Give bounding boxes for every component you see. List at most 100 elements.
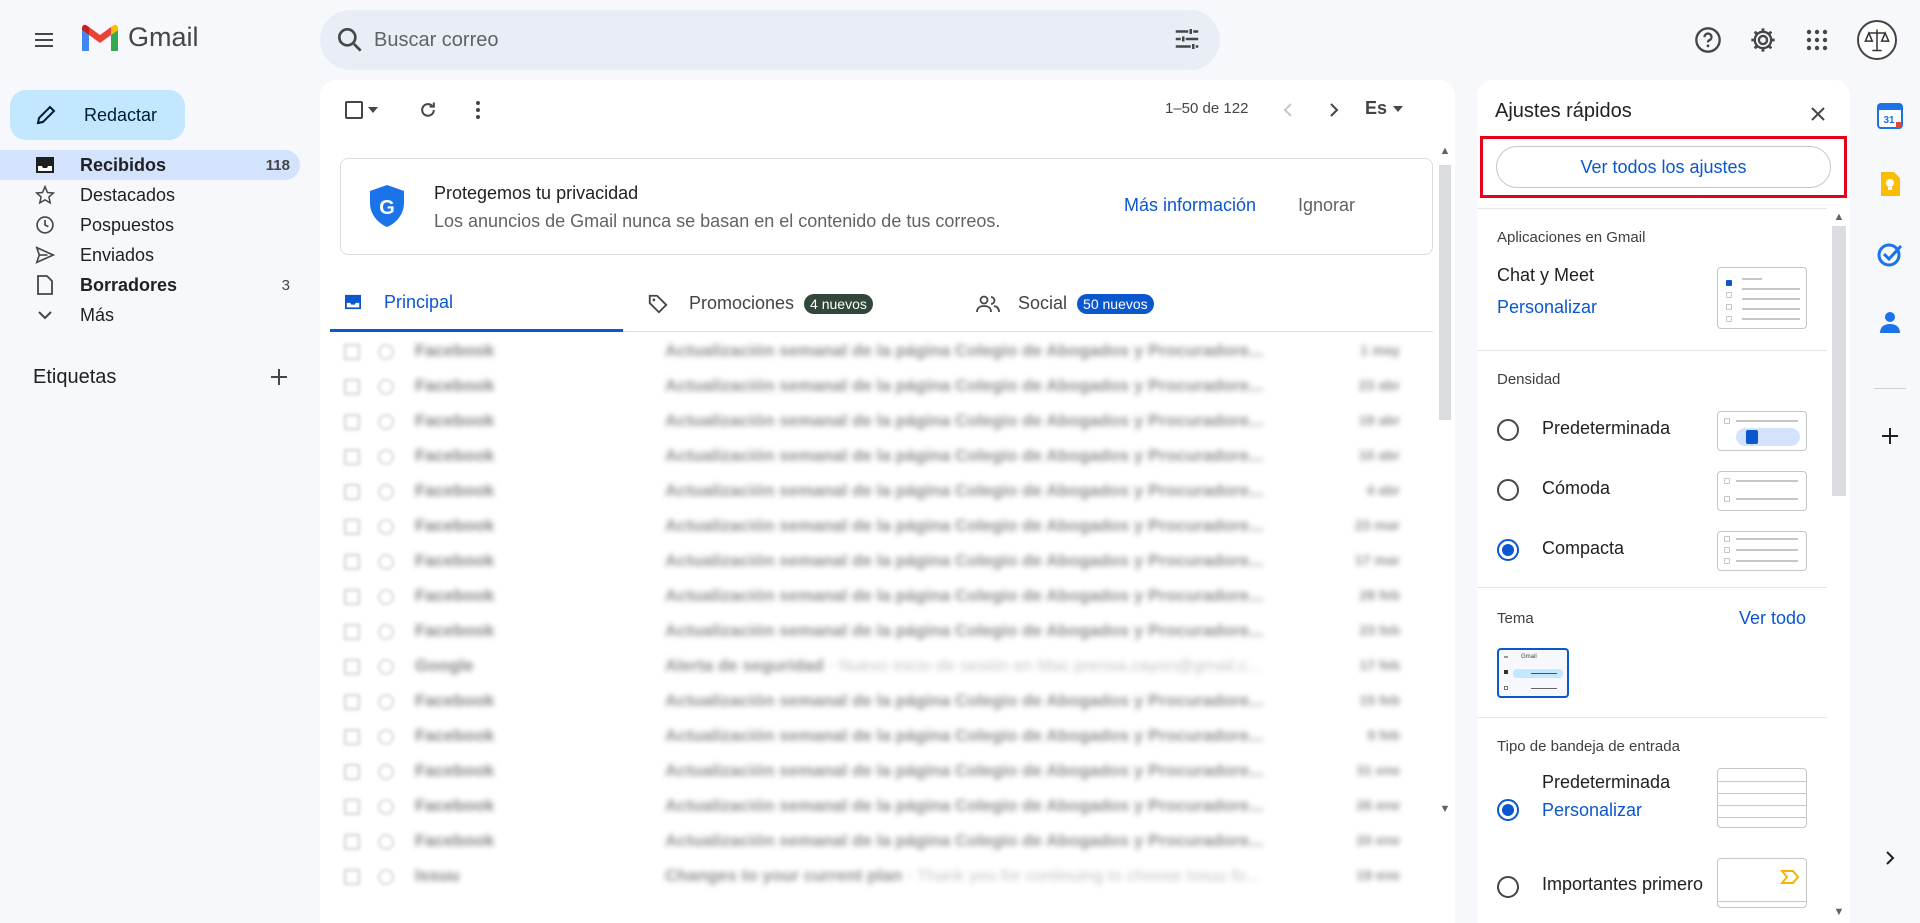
star-icon[interactable] bbox=[378, 694, 394, 710]
row-checkbox[interactable] bbox=[344, 519, 360, 535]
star-icon[interactable] bbox=[378, 484, 394, 500]
close-quick-settings-button[interactable] bbox=[1806, 102, 1830, 126]
table-row[interactable]: Facebook Actualización semanal de la pági… bbox=[320, 579, 1440, 614]
scroll-up-arrow[interactable]: ▲ bbox=[1832, 210, 1846, 224]
row-checkbox[interactable] bbox=[344, 834, 360, 850]
scrollbar-thumb[interactable] bbox=[1439, 165, 1451, 420]
account-avatar[interactable] bbox=[1857, 20, 1897, 60]
get-addons-button[interactable] bbox=[1872, 418, 1908, 454]
star-icon[interactable] bbox=[378, 344, 394, 360]
inbox-default-radio[interactable] bbox=[1497, 799, 1519, 821]
more-info-link[interactable]: Más información bbox=[1124, 195, 1256, 216]
row-checkbox[interactable] bbox=[344, 414, 360, 430]
table-row[interactable]: Facebook Actualización semanal de la pági… bbox=[320, 404, 1440, 439]
sidebar-item-sent[interactable]: Enviados bbox=[0, 240, 300, 270]
keep-app-button[interactable] bbox=[1872, 166, 1908, 202]
table-row[interactable]: Facebook Actualización semanal de la pági… bbox=[320, 614, 1440, 649]
tab-primary[interactable]: Principal bbox=[330, 275, 623, 332]
row-checkbox[interactable] bbox=[344, 344, 360, 360]
star-icon[interactable] bbox=[378, 589, 394, 605]
sidebar-item-more[interactable]: Más bbox=[0, 300, 300, 330]
scroll-down-arrow[interactable]: ▼ bbox=[1832, 905, 1846, 919]
customize-apps-link[interactable]: Personalizar bbox=[1497, 297, 1597, 318]
row-checkbox[interactable] bbox=[344, 869, 360, 885]
see-all-themes-link[interactable]: Ver todo bbox=[1739, 608, 1806, 629]
row-checkbox[interactable] bbox=[344, 729, 360, 745]
table-row[interactable]: Issuu Changes to your current plan - Than… bbox=[320, 859, 1440, 894]
star-icon[interactable] bbox=[378, 764, 394, 780]
next-page-button[interactable] bbox=[1320, 96, 1348, 124]
star-icon[interactable] bbox=[378, 659, 394, 675]
star-icon[interactable] bbox=[378, 869, 394, 885]
google-apps-button[interactable] bbox=[1797, 20, 1837, 60]
scroll-down-arrow[interactable]: ▼ bbox=[1438, 802, 1452, 816]
expand-side-panel-button[interactable] bbox=[1872, 840, 1908, 876]
search-input[interactable] bbox=[374, 22, 1134, 58]
row-checkbox[interactable] bbox=[344, 484, 360, 500]
scrollbar-thumb[interactable] bbox=[1832, 226, 1846, 496]
search-bar[interactable] bbox=[320, 10, 1220, 70]
row-checkbox[interactable] bbox=[344, 624, 360, 640]
compose-button[interactable]: Redactar bbox=[10, 90, 185, 140]
gmail-logo[interactable]: Gmail bbox=[80, 22, 199, 53]
table-row[interactable]: Facebook Actualización semanal de la pági… bbox=[320, 684, 1440, 719]
input-tools-selector[interactable]: Es bbox=[1365, 98, 1404, 119]
row-checkbox[interactable] bbox=[344, 764, 360, 780]
tab-promotions[interactable]: Promociones 4 nuevos bbox=[647, 275, 873, 332]
table-row[interactable]: Facebook Actualización semanal de la pági… bbox=[320, 334, 1440, 369]
search-options-icon[interactable] bbox=[1172, 24, 1202, 54]
table-row[interactable]: Facebook Actualización semanal de la pági… bbox=[320, 789, 1440, 824]
support-button[interactable] bbox=[1688, 20, 1728, 60]
row-checkbox[interactable] bbox=[344, 379, 360, 395]
star-icon[interactable] bbox=[378, 554, 394, 570]
row-checkbox[interactable] bbox=[344, 659, 360, 675]
table-row[interactable]: Facebook Actualización semanal de la pági… bbox=[320, 544, 1440, 579]
star-icon[interactable] bbox=[378, 834, 394, 850]
previous-page-button[interactable] bbox=[1274, 96, 1302, 124]
inbox-important-first-radio[interactable] bbox=[1497, 876, 1519, 898]
see-all-settings-button[interactable]: Ver todos los ajustes bbox=[1496, 146, 1831, 188]
tasks-app-button[interactable] bbox=[1872, 236, 1908, 272]
sidebar-item-snoozed[interactable]: Pospuestos bbox=[0, 210, 300, 240]
mail-list-scrollbar[interactable]: ▲ ▼ bbox=[1435, 140, 1455, 923]
sidebar-item-drafts[interactable]: Borradores 3 bbox=[0, 270, 300, 300]
star-icon[interactable] bbox=[378, 799, 394, 815]
tab-social[interactable]: Social 50 nuevos bbox=[976, 275, 1154, 332]
table-row[interactable]: Google Alerta de seguridad - Nuevo inicio… bbox=[320, 649, 1440, 684]
density-compact-radio[interactable] bbox=[1497, 539, 1519, 561]
row-checkbox[interactable] bbox=[344, 694, 360, 710]
table-row[interactable]: Facebook Actualización semanal de la pági… bbox=[320, 509, 1440, 544]
refresh-button[interactable] bbox=[414, 96, 442, 124]
sidebar-item-inbox[interactable]: Recibidos 118 bbox=[0, 150, 300, 180]
sidebar-item-starred[interactable]: Destacados bbox=[0, 180, 300, 210]
density-comfortable-radio[interactable] bbox=[1497, 479, 1519, 501]
star-icon[interactable] bbox=[378, 449, 394, 465]
row-checkbox[interactable] bbox=[344, 799, 360, 815]
table-row[interactable]: Facebook Actualización semanal de la pági… bbox=[320, 719, 1440, 754]
quick-settings-scrollbar[interactable]: ▲ ▼ bbox=[1827, 208, 1850, 923]
row-checkbox[interactable] bbox=[344, 589, 360, 605]
star-icon[interactable] bbox=[378, 729, 394, 745]
search-icon[interactable] bbox=[334, 24, 366, 56]
ignore-button[interactable]: Ignorar bbox=[1298, 195, 1355, 216]
table-row[interactable]: Facebook Actualización semanal de la pági… bbox=[320, 754, 1440, 789]
row-checkbox[interactable] bbox=[344, 554, 360, 570]
theme-thumbnail-default[interactable]: Gmail bbox=[1497, 648, 1569, 698]
scroll-up-arrow[interactable]: ▲ bbox=[1438, 144, 1452, 158]
star-icon[interactable] bbox=[378, 379, 394, 395]
customize-inbox-link[interactable]: Personalizar bbox=[1542, 800, 1642, 821]
create-label-button[interactable] bbox=[266, 364, 292, 390]
star-icon[interactable] bbox=[378, 414, 394, 430]
main-menu-button[interactable] bbox=[24, 20, 64, 60]
table-row[interactable]: Facebook Actualización semanal de la pági… bbox=[320, 369, 1440, 404]
table-row[interactable]: Facebook Actualización semanal de la pági… bbox=[320, 439, 1440, 474]
table-row[interactable]: Facebook Actualización semanal de la pági… bbox=[320, 474, 1440, 509]
density-default-radio[interactable] bbox=[1497, 419, 1519, 441]
table-row[interactable]: Facebook Actualización semanal de la pági… bbox=[320, 824, 1440, 859]
star-icon[interactable] bbox=[378, 624, 394, 640]
settings-button[interactable] bbox=[1743, 20, 1783, 60]
contacts-app-button[interactable] bbox=[1872, 304, 1908, 340]
more-actions-button[interactable] bbox=[464, 96, 492, 124]
row-checkbox[interactable] bbox=[344, 449, 360, 465]
calendar-app-button[interactable]: 31 bbox=[1872, 98, 1908, 134]
